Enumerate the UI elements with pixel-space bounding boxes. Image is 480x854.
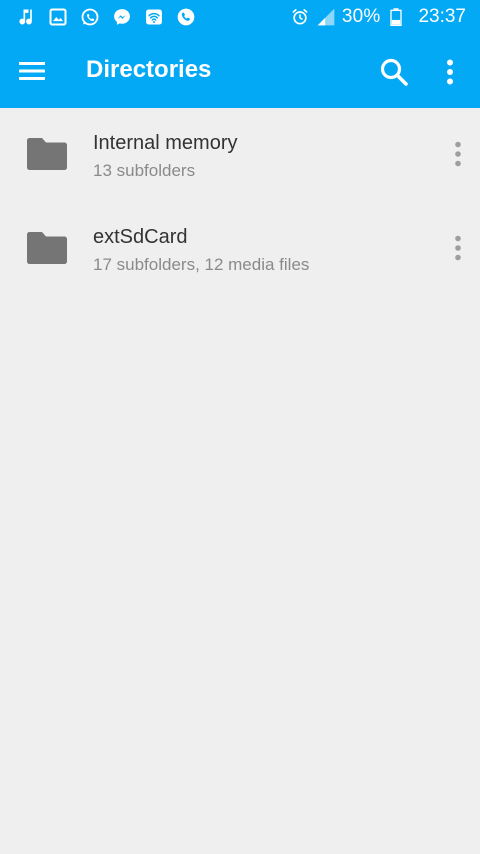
directory-name: Internal memory: [93, 132, 238, 154]
folder-icon: [27, 138, 67, 170]
battery-percent: 30%: [341, 6, 381, 27]
image-icon: [48, 7, 68, 27]
wifi-hotspot-icon: [144, 7, 164, 27]
phone-icon: [176, 7, 196, 27]
directory-options-button[interactable]: [446, 134, 470, 174]
menu-button[interactable]: [18, 57, 46, 85]
overflow-menu-button[interactable]: [436, 54, 464, 90]
directory-name: extSdCard: [93, 226, 188, 248]
alarm-icon: [290, 7, 310, 27]
search-button[interactable]: [376, 54, 412, 90]
more-vert-icon: [455, 141, 461, 167]
directory-list: Internal memory 13 subfolders extSdCard …: [0, 108, 480, 296]
music-icon: [16, 7, 36, 27]
messenger-icon: [112, 7, 132, 27]
search-icon: [380, 58, 408, 86]
page-title: Directories: [86, 56, 212, 83]
hamburger-menu-icon: [19, 62, 45, 80]
folder-icon: [27, 232, 67, 264]
directory-item-internal-memory[interactable]: Internal memory 13 subfolders: [0, 108, 480, 202]
whatsapp-icon: [80, 7, 100, 27]
directory-details: 13 subfolders: [93, 161, 196, 180]
directory-details: 17 subfolders, 12 media files: [93, 255, 310, 274]
battery-icon: [386, 7, 406, 27]
directory-item-extsdcard[interactable]: extSdCard 17 subfolders, 12 media files: [0, 202, 480, 296]
status-bar: 30% 23:37: [0, 0, 480, 34]
status-notifications: [16, 7, 196, 27]
clock: 23:37: [418, 6, 466, 27]
status-system: 30% 23:37: [290, 6, 466, 28]
directory-options-button[interactable]: [446, 228, 470, 268]
more-vert-icon: [447, 59, 453, 85]
signal-icon: [316, 7, 336, 27]
app-bar: Directories: [0, 34, 480, 108]
screen: 30% 23:37 Directories Internal memory 13…: [0, 0, 480, 854]
more-vert-icon: [455, 235, 461, 261]
